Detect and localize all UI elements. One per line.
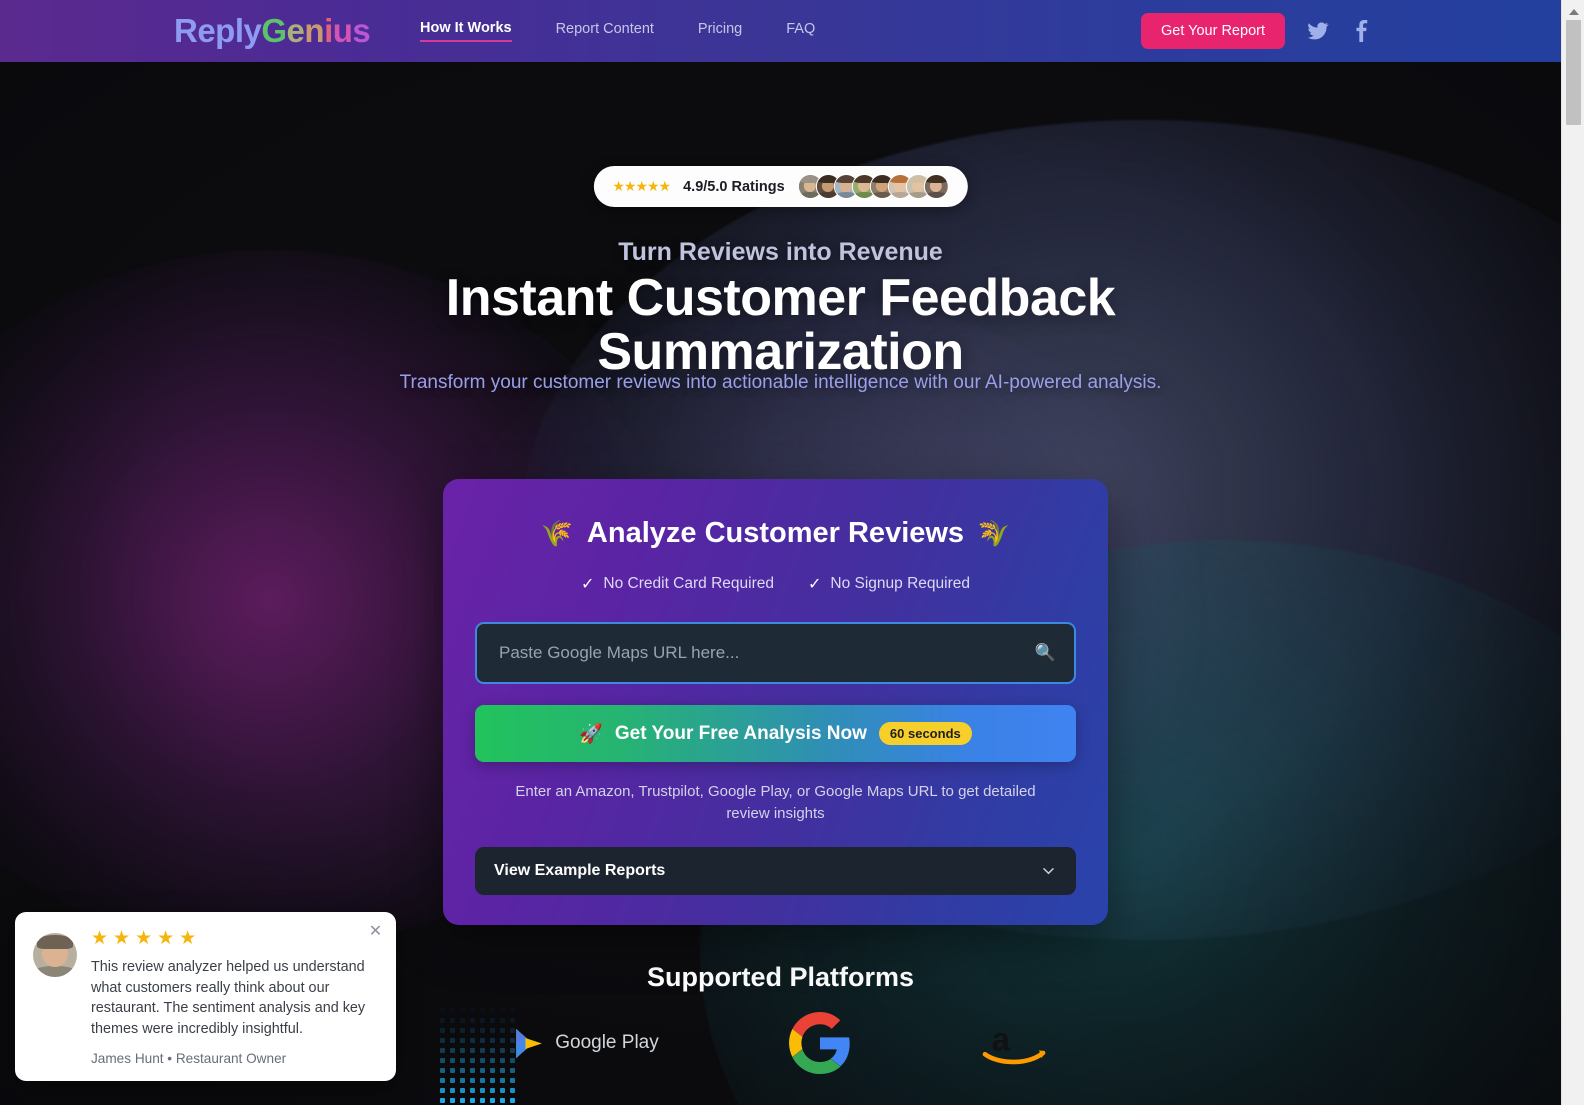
vertical-scrollbar[interactable] — [1561, 0, 1584, 1105]
platform-google[interactable] — [788, 1012, 851, 1074]
page-title: Instant Customer Feedback Summarization — [0, 269, 1561, 379]
twitter-icon[interactable] — [1307, 20, 1329, 42]
close-icon[interactable]: ✕ — [367, 923, 384, 940]
grid-dot — [490, 1098, 495, 1103]
grid-dot — [470, 1098, 475, 1103]
get-free-analysis-button[interactable]: 🚀 Get Your Free Analysis Now 60 seconds — [475, 705, 1076, 762]
nav-item-report-content[interactable]: Report Content — [556, 21, 654, 41]
nav-item-how-it-works[interactable]: How It Works — [420, 20, 512, 42]
grid-dot — [490, 1078, 495, 1083]
accordion-label: View Example Reports — [494, 861, 666, 879]
browser-viewport: ReplyGenius How It Works Report Content … — [0, 0, 1584, 1105]
testimonial-author: James Hunt • Restaurant Owner — [91, 1050, 287, 1066]
svg-text:a: a — [991, 1020, 1010, 1057]
site-logo[interactable]: ReplyGenius — [174, 12, 371, 50]
avatar — [923, 174, 949, 199]
url-input[interactable] — [475, 622, 1076, 684]
rating-stars: ★★★★★ — [612, 178, 671, 194]
headline-line-1: Instant Customer Feedback — [445, 269, 1116, 327]
header-actions: Get Your Report — [1141, 13, 1373, 49]
input-helper-text: Enter an Amazon, Trustpilot, Google Play… — [515, 783, 1036, 822]
url-input-wrapper: 🔍 — [475, 622, 1076, 684]
site-header: ReplyGenius How It Works Report Content … — [0, 0, 1561, 62]
logo-text-reply: Reply — [174, 12, 262, 49]
grid-dot — [450, 1078, 455, 1083]
laurel-right-icon: 🌾 — [978, 518, 1011, 548]
grid-dot — [440, 1098, 445, 1103]
google-play-label: Google Play — [555, 1032, 659, 1053]
hero-subheadline: Transform your customer reviews into act… — [399, 372, 1162, 393]
testimonial-stars: ★★★★★ — [91, 928, 202, 949]
benefit-no-credit-card: ✓ No Credit Card Required — [581, 574, 774, 594]
logo-letter-n: n — [304, 12, 325, 49]
testimonial-popup: ★★★★★ This review analyzer helped us und… — [15, 912, 396, 1081]
testimonial-quote: This review analyzer helped us understan… — [91, 959, 366, 1038]
grid-dot — [510, 1078, 515, 1083]
grid-dot — [470, 1078, 475, 1083]
benefit-label: No Credit Card Required — [603, 575, 774, 592]
grid-dot — [450, 1088, 455, 1093]
grid-dot — [450, 1098, 455, 1103]
page-content: ReplyGenius How It Works Report Content … — [0, 0, 1561, 1105]
logo-letter-i: i — [324, 12, 333, 49]
logo-letter-e: e — [286, 12, 305, 49]
grid-dot — [440, 1078, 445, 1083]
grid-dot — [510, 1098, 515, 1103]
grid-dot — [470, 1088, 475, 1093]
grid-dot — [500, 1088, 505, 1093]
grid-dot — [500, 1098, 505, 1103]
card-title: 🌾 Analyze Customer Reviews 🌾 — [475, 517, 1076, 550]
check-icon: ✓ — [807, 576, 822, 593]
duration-badge: 60 seconds — [878, 722, 972, 745]
grid-dot — [480, 1098, 485, 1103]
search-icon[interactable]: 🔍 — [1035, 643, 1056, 663]
laurel-left-icon: 🌾 — [540, 518, 573, 548]
benefit-no-signup: ✓ No Signup Required — [808, 574, 970, 594]
amazon-icon: a — [982, 1020, 1046, 1065]
chevron-down-icon — [1042, 867, 1055, 875]
grid-dot — [490, 1088, 495, 1093]
testimonial-body: ★★★★★ This review analyzer helped us und… — [91, 929, 378, 1066]
google-icon — [788, 1012, 850, 1074]
testimonial-avatar — [33, 933, 77, 977]
grid-dot — [460, 1078, 465, 1083]
benefit-label: No Signup Required — [830, 575, 970, 592]
grid-dot — [510, 1088, 515, 1093]
nav-item-pricing[interactable]: Pricing — [698, 21, 742, 41]
hero-eyebrow: Turn Reviews into Revenue — [618, 238, 943, 266]
logo-letter-u: u — [332, 12, 353, 49]
scroll-up-arrow-icon[interactable] — [1562, 3, 1584, 19]
logo-letter-s: s — [352, 12, 371, 49]
grid-dot — [500, 1078, 505, 1083]
get-your-report-button[interactable]: Get Your Report — [1141, 13, 1285, 49]
card-benefits: ✓ No Credit Card Required ✓ No Signup Re… — [475, 574, 1076, 594]
cta-label: Get Your Free Analysis Now — [614, 722, 867, 744]
view-example-reports-accordion[interactable]: View Example Reports — [475, 846, 1076, 895]
nav-item-faq[interactable]: FAQ — [786, 21, 815, 41]
platform-google-play[interactable]: Google Play — [514, 1027, 659, 1060]
rating-value-label: 4.9/5.0 Ratings — [683, 178, 785, 195]
analyze-reviews-card: 🌾 Analyze Customer Reviews 🌾 ✓ No Credit… — [443, 479, 1108, 925]
logo-letter-g: G — [261, 12, 287, 49]
google-play-icon — [516, 1028, 543, 1058]
card-title-text: Analyze Customer Reviews — [586, 517, 965, 549]
scrollbar-thumb[interactable] — [1566, 20, 1581, 125]
check-icon: ✓ — [581, 576, 595, 593]
grid-dot — [480, 1078, 485, 1083]
ratings-badge: ★★★★★ 4.9/5.0 Ratings — [593, 166, 968, 207]
grid-dot — [460, 1098, 465, 1103]
facebook-icon[interactable] — [1351, 20, 1373, 42]
rocket-icon: 🚀 — [579, 723, 603, 745]
reviewer-avatar-group — [797, 174, 949, 199]
grid-dot — [480, 1088, 485, 1093]
platform-amazon[interactable]: a — [981, 1020, 1047, 1066]
main-navigation: How It Works Report Content Pricing FAQ — [420, 20, 815, 42]
grid-dot — [460, 1088, 465, 1093]
grid-dot — [440, 1088, 445, 1093]
